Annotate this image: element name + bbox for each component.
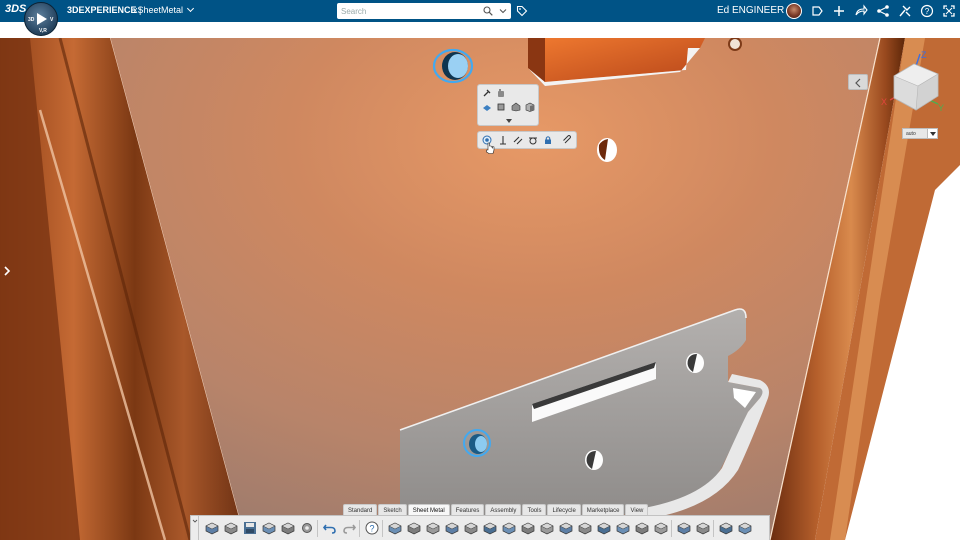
drawing-icon[interactable] (653, 520, 669, 536)
jog-icon[interactable] (482, 520, 498, 536)
zoom-select[interactable]: auto (902, 128, 938, 139)
app-name: xSheetMetal (133, 5, 184, 15)
plane-icon[interactable] (482, 102, 492, 112)
toolbar-separator (359, 520, 360, 537)
cutout-icon[interactable] (539, 520, 555, 536)
box-icon[interactable] (496, 102, 506, 112)
wall-icon[interactable] (425, 520, 441, 536)
context-toolbar-upper (477, 84, 539, 126)
compass-label-bottom: V,R (39, 28, 47, 34)
toolbar-separator (713, 520, 714, 537)
perpendicular-icon[interactable] (498, 135, 508, 145)
hem-icon[interactable] (463, 520, 479, 536)
chevron-down-icon (927, 129, 937, 138)
axis-y-label: Y (938, 103, 944, 113)
bend-icon[interactable] (444, 520, 460, 536)
chevron-down-icon (192, 519, 198, 523)
mirror-icon[interactable] (695, 520, 711, 536)
toolbar-separator (317, 520, 318, 537)
top-bar: 3DS 3D V V,R 3DEXPERIENCE | xSheetMetal … (0, 0, 960, 36)
brand-label: 3DEXPERIENCE | (67, 5, 142, 15)
share-icon[interactable] (810, 4, 824, 18)
lock-icon[interactable] (543, 135, 553, 145)
cube-icon[interactable] (525, 102, 535, 112)
louver-icon[interactable] (634, 520, 650, 536)
punch-icon[interactable] (520, 520, 536, 536)
hand-icon[interactable] (496, 88, 506, 98)
help-icon[interactable]: ? (920, 4, 934, 18)
axis-z-label: Z (921, 50, 927, 60)
fullscreen-icon[interactable] (942, 4, 956, 18)
clip-icon[interactable] (562, 135, 572, 145)
corner-icon[interactable] (501, 520, 517, 536)
svg-text:?: ? (925, 7, 930, 16)
compass-label-left: 3D (28, 17, 35, 23)
chevron-down-icon (186, 4, 195, 13)
action-bar-handle[interactable] (191, 516, 199, 540)
app-window: 3DS 3D V V,R 3DEXPERIENCE | xSheetMetal … (0, 0, 960, 540)
tools-icon[interactable] (898, 4, 912, 18)
new-icon[interactable] (204, 520, 220, 536)
bead-icon[interactable] (615, 520, 631, 536)
toolbar-separator (671, 520, 672, 537)
app-switcher[interactable]: xSheetMetal (133, 4, 195, 15)
avatar[interactable] (786, 3, 802, 19)
axis-x-label: X (881, 97, 887, 107)
fold-icon[interactable] (577, 520, 593, 536)
cursor-icon (486, 142, 495, 154)
unfold-icon[interactable] (558, 520, 574, 536)
sketch-icon[interactable] (387, 520, 403, 536)
flatten-icon[interactable] (718, 520, 734, 536)
update-icon[interactable] (261, 520, 277, 536)
action-bar: ? (190, 515, 770, 540)
ds-logo: 3DS (5, 3, 27, 15)
tag-icon[interactable] (516, 5, 528, 17)
compass-label-right: V (50, 17, 54, 23)
user-name[interactable]: Ed ENGINEER (717, 5, 784, 16)
chevron-down-icon[interactable] (504, 116, 514, 126)
parallel-icon[interactable] (513, 135, 523, 145)
add-icon[interactable] (832, 4, 846, 18)
expand-panel-icon[interactable] (2, 265, 12, 277)
svg-text:?: ? (369, 524, 374, 534)
undo-icon[interactable] (322, 520, 338, 536)
search-box (337, 3, 511, 19)
chevron-down-icon[interactable] (497, 5, 509, 17)
toolbar-separator (382, 520, 383, 537)
header-strip (0, 22, 960, 38)
help-icon[interactable]: ? (364, 520, 380, 536)
pattern-icon[interactable] (676, 520, 692, 536)
pin-icon[interactable] (482, 88, 492, 98)
solid-icon[interactable] (511, 102, 521, 112)
collapse-button[interactable] (848, 74, 868, 90)
chevron-left-icon (855, 78, 861, 88)
open-icon[interactable] (223, 520, 239, 536)
network-icon[interactable] (876, 4, 890, 18)
flange-icon[interactable] (406, 520, 422, 536)
search-input[interactable] (341, 5, 476, 17)
search-icon[interactable] (483, 6, 493, 16)
zoom-value: auto (906, 131, 916, 137)
stamp-icon[interactable] (596, 520, 612, 536)
forward-icon[interactable] (854, 4, 868, 18)
save-icon[interactable] (242, 520, 258, 536)
play-icon (37, 13, 47, 25)
redo-icon[interactable] (341, 520, 357, 536)
properties-icon[interactable] (280, 520, 296, 536)
options-icon[interactable] (299, 520, 315, 536)
compass-button[interactable]: 3D V V,R (24, 2, 58, 36)
export-icon[interactable] (737, 520, 753, 536)
view-cube[interactable]: Z X Y (880, 48, 950, 118)
tangent-icon[interactable] (528, 135, 538, 145)
